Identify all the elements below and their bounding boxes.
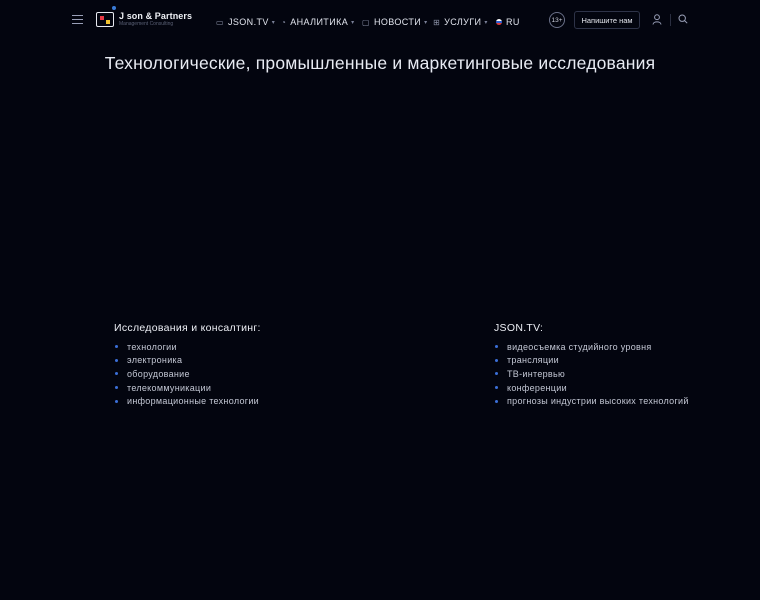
list-item[interactable]: оборудование: [114, 367, 261, 381]
research-column: Исследования и консалтинг: технологии эл…: [114, 322, 261, 408]
json-tv-column: JSON.TV: видеосъемка студийного уровня т…: [494, 322, 689, 408]
nav-item-analytics[interactable]: ◔ АНАЛИТИКА ▾: [281, 17, 355, 27]
bullet-icon: [495, 345, 498, 349]
logo-mark-icon: [96, 6, 116, 27]
list-item[interactable]: ТВ-интервью: [494, 367, 689, 381]
bullet-icon: [115, 358, 118, 362]
tv-icon: ▭: [216, 17, 224, 27]
json-tv-heading: JSON.TV:: [494, 322, 544, 334]
nav-label: RU: [506, 17, 520, 27]
logo[interactable]: J son & Partners Management Consulting: [96, 6, 193, 27]
chart-icon: ◔: [281, 17, 287, 27]
nav-label: АНАЛИТИКА: [290, 17, 349, 27]
search-icon[interactable]: [678, 14, 688, 24]
bullet-icon: [115, 386, 118, 390]
age-rating-badge: 13+: [549, 12, 565, 28]
chevron-down-icon: ▾: [271, 19, 276, 26]
header-divider: [670, 14, 671, 26]
nav-label: JSON.TV: [227, 17, 269, 27]
list-item[interactable]: информационные технологии: [114, 394, 261, 408]
bullet-icon: [115, 345, 118, 349]
logo-name: J son & Partners: [119, 11, 193, 21]
bullet-icon: [115, 372, 118, 376]
nav-item-news[interactable]: ▢ НОВОСТИ ▾: [362, 17, 428, 27]
page-title: Технологические, промышленные и маркетин…: [104, 53, 656, 73]
grid-icon: ⊞: [433, 17, 441, 27]
list-item[interactable]: телекоммуникации: [114, 381, 261, 395]
research-heading: Исследования и консалтинг:: [114, 322, 261, 334]
flag-icon: [496, 19, 502, 25]
menu-icon[interactable]: [72, 15, 83, 24]
contact-button[interactable]: Напишите нам: [574, 11, 640, 29]
bullet-icon: [495, 358, 498, 362]
chevron-down-icon: ▾: [484, 19, 488, 26]
nav-label: УСЛУГИ: [444, 17, 482, 27]
user-icon[interactable]: [652, 14, 662, 25]
list-item[interactable]: электроника: [114, 354, 261, 368]
nav-item-services[interactable]: ⊞ УСЛУГИ ▾: [433, 17, 488, 27]
bullet-icon: [115, 399, 118, 403]
json-tv-list: видеосъемка студийного уровня трансляции…: [494, 340, 689, 408]
chevron-down-icon: ▾: [351, 19, 355, 26]
bullet-icon: [495, 372, 498, 376]
list-item[interactable]: видеосъемка студийного уровня: [494, 340, 689, 354]
list-item[interactable]: технологии: [114, 340, 261, 354]
research-list: технологии электроника оборудование теле…: [114, 340, 261, 408]
list-item[interactable]: конференции: [494, 381, 689, 395]
logo-subtitle: Management Consulting: [119, 21, 174, 27]
list-item[interactable]: трансляции: [494, 354, 689, 368]
bullet-icon: [495, 386, 498, 390]
chevron-down-icon: ▾: [424, 19, 428, 26]
nav-item-json-tv[interactable]: ▭ JSON.TV ▾: [216, 17, 275, 27]
nav-label: НОВОСТИ: [373, 17, 422, 27]
list-item[interactable]: прогнозы индустрии высоких технологий: [494, 394, 689, 408]
nav-item-language[interactable]: RU: [496, 17, 520, 27]
news-icon: ▢: [362, 17, 370, 27]
site-header: J son & Partners Management Consulting ▭…: [0, 0, 760, 42]
bullet-icon: [495, 399, 498, 403]
